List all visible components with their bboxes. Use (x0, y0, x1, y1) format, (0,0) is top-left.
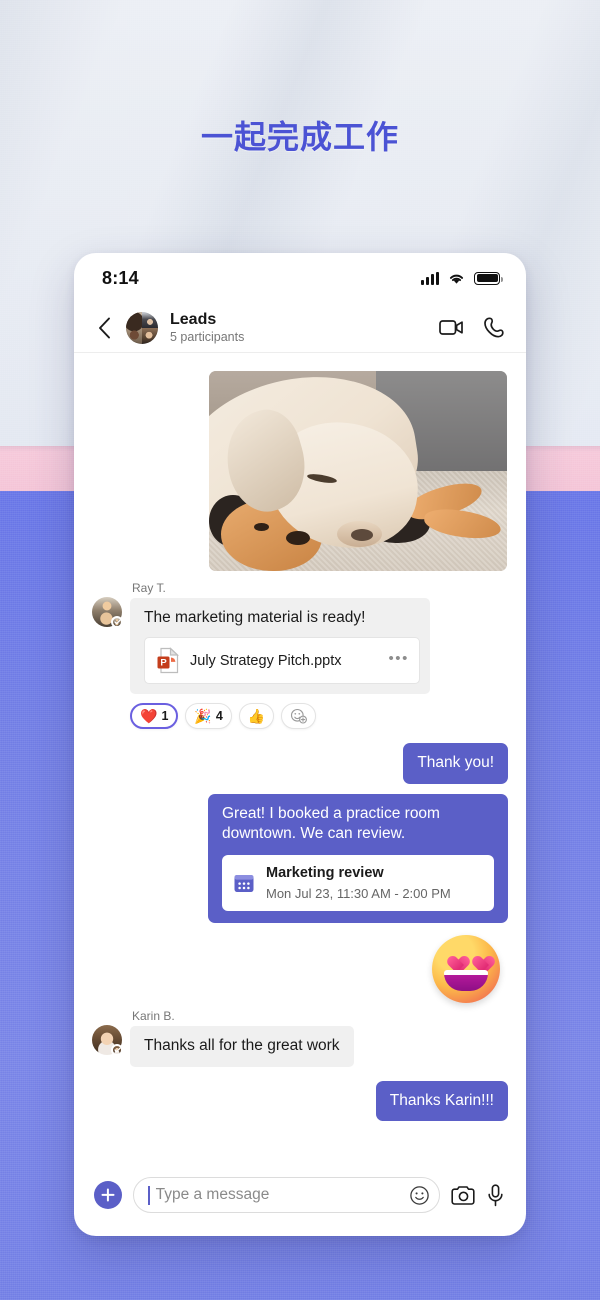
camera-icon (451, 1185, 475, 1205)
text-cursor (148, 1185, 150, 1205)
message-text: Great! I booked a practice room downtown… (222, 804, 440, 843)
page-title: 一起完成工作 (200, 118, 399, 156)
battery-icon (474, 271, 503, 285)
emoji-button[interactable] (409, 1185, 430, 1206)
emoji-smiley-icon (410, 1185, 429, 1205)
back-button[interactable] (92, 313, 116, 343)
avatar[interactable] (92, 1025, 123, 1057)
message-bubble[interactable]: Thanks all for the great work (130, 1026, 354, 1067)
chat-header: Leads 5 participants (74, 303, 526, 353)
message-sticker-outgoing[interactable] (432, 935, 500, 1004)
search-input[interactable]: Type a message (156, 1186, 403, 1204)
message-image-outgoing[interactable] (209, 371, 507, 571)
powerpoint-file-icon: P (156, 647, 180, 674)
add-reaction-icon (291, 709, 308, 725)
file-attachment-card[interactable]: P July Strategy Pitch.pptx ••• (144, 637, 420, 685)
video-call-button[interactable] (439, 319, 464, 336)
message-incoming-ray: Ray T. The marketing material is ready! … (92, 581, 508, 695)
audio-call-button[interactable] (484, 317, 504, 338)
signal-bars-icon (421, 271, 439, 285)
message-text: Thanks all for the great work (144, 1037, 340, 1055)
message-input-wrapper[interactable]: Type a message (133, 1177, 440, 1213)
message-bubble-outgoing[interactable]: Thanks Karin!!! (375, 1080, 508, 1121)
phone-mockup: 8:14 Leads 5 participants Ray T. The mar… (74, 253, 526, 1236)
microphone-button[interactable] (487, 1183, 504, 1207)
svg-text:P: P (160, 658, 167, 669)
more-options-icon[interactable]: ••• (388, 651, 409, 670)
message-bubble-outgoing[interactable]: Thank you! (403, 743, 508, 784)
chat-title-block[interactable]: Leads 5 participants (168, 311, 429, 344)
video-camera-icon (439, 320, 463, 335)
chat-participants: 5 participants (170, 329, 245, 344)
sender-name: Ray T. (132, 581, 166, 595)
presence-available-icon (111, 1044, 123, 1057)
laugh-icon: 🎉 (194, 708, 212, 725)
group-avatar[interactable] (126, 311, 158, 344)
event-time: Mon Jul 23, 11:30 AM - 2:00 PM (266, 885, 451, 901)
status-time: 8:14 (102, 267, 139, 288)
message-incoming-karin: Karin B. Thanks all for the great work (92, 1009, 508, 1067)
message-list[interactable]: Ray T. The marketing material is ready! … (74, 353, 526, 1160)
presence-available-icon (111, 616, 123, 628)
dog-photo[interactable] (209, 371, 507, 571)
wifi-icon (448, 272, 465, 285)
file-name: July Strategy Pitch.pptx (190, 652, 342, 669)
phone-handset-icon (484, 317, 504, 338)
heart-reaction[interactable]: ❤️ 1 (130, 703, 179, 730)
message-composer: Type a message (74, 1160, 526, 1236)
thumbs-up-icon: 👍 (247, 708, 266, 725)
status-icons (421, 271, 503, 285)
heart-icon: ❤️ (140, 708, 158, 725)
message-bubble-outgoing-event[interactable]: Great! I booked a practice room downtown… (208, 793, 508, 924)
heart-eyes-emoji-sticker (432, 935, 500, 1004)
add-attachment-button[interactable] (94, 1181, 122, 1209)
avatar[interactable] (92, 597, 123, 628)
status-bar: 8:14 (74, 253, 526, 303)
reaction-count: 1 (161, 709, 169, 724)
thumbs-up-reaction[interactable]: 👍 (238, 703, 275, 730)
add-reaction-button[interactable] (281, 703, 317, 730)
message-bubble[interactable]: The marketing material is ready! P July … (130, 598, 430, 695)
calendar-icon (233, 872, 255, 894)
message-text: The marketing material is ready! (144, 609, 366, 626)
chat-name: Leads (170, 311, 217, 329)
camera-button[interactable] (451, 1185, 476, 1206)
chevron-left-icon (98, 317, 110, 338)
calendar-event-card[interactable]: Marketing review Mon Jul 23, 11:30 AM - … (222, 854, 494, 912)
reaction-bar: ❤️ 1 🎉 4 👍 (130, 703, 508, 730)
event-title: Marketing review (266, 864, 384, 881)
reaction-count: 4 (215, 709, 223, 724)
sender-name: Karin B. (132, 1009, 175, 1024)
laugh-reaction[interactable]: 🎉 4 (185, 703, 232, 730)
chat-header-actions (439, 317, 504, 338)
microphone-icon (488, 1183, 503, 1206)
